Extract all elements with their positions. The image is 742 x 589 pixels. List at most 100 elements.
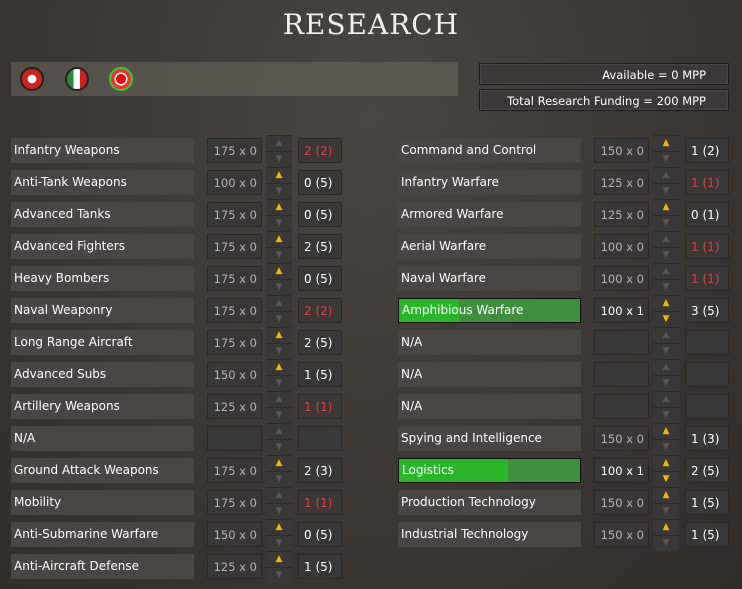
level-field: 1 (5) [298,362,342,387]
decrease-arrow-icon[interactable]: ▼ [266,344,292,359]
level-field: 2 (3) [298,458,342,483]
increase-arrow-icon[interactable]: ▲ [266,264,292,279]
tech-label: Industrial Technology [398,522,581,547]
increase-arrow-icon[interactable]: ▲ [653,328,679,343]
decrease-arrow-icon[interactable]: ▼ [653,152,679,167]
funding-stepper: ▲ ▼ [653,263,679,295]
increase-arrow-icon[interactable]: ▲ [653,136,679,151]
increase-arrow-icon[interactable]: ▲ [266,200,292,215]
funding-stepper: ▲ ▼ [266,167,292,199]
decrease-arrow-icon[interactable]: ▼ [653,440,679,455]
level-field: 1 (1) [685,170,729,195]
tech-name: Industrial Technology [401,527,529,541]
increase-arrow-icon[interactable]: ▲ [266,392,292,407]
funding-stepper: ▲ ▼ [266,519,292,551]
decrease-arrow-icon[interactable]: ▼ [266,216,292,231]
decrease-arrow-icon[interactable]: ▼ [266,312,292,327]
cost-field: 100 x 1 [594,298,649,323]
germany-flag-icon[interactable] [20,67,44,91]
increase-arrow-icon[interactable]: ▲ [653,264,679,279]
tech-label: Infantry Warfare [398,170,581,195]
tech-name: Amphibious Warfare [402,303,524,317]
decrease-arrow-icon[interactable]: ▼ [266,536,292,551]
increase-arrow-icon[interactable]: ▲ [653,360,679,375]
increase-arrow-icon[interactable]: ▲ [653,168,679,183]
increase-arrow-icon[interactable]: ▲ [266,328,292,343]
decrease-arrow-icon[interactable]: ▼ [653,184,679,199]
decrease-arrow-icon[interactable]: ▼ [653,216,679,231]
decrease-arrow-icon[interactable]: ▼ [653,408,679,423]
decrease-arrow-icon[interactable]: ▼ [653,344,679,359]
increase-arrow-icon[interactable]: ▲ [266,136,292,151]
increase-arrow-icon[interactable]: ▲ [653,392,679,407]
cost-field: 175 x 0 [207,234,262,259]
level-field: 1 (5) [685,490,729,515]
decrease-arrow-icon[interactable]: ▼ [653,248,679,263]
nation-selector [11,62,458,96]
cost-field: 175 x 0 [207,266,262,291]
japan-flag-icon[interactable] [109,67,133,91]
funding-stepper: ▲ ▼ [653,455,679,487]
funding-stepper: ▲ ▼ [266,295,292,327]
tech-name: N/A [401,399,423,413]
decrease-arrow-icon[interactable]: ▼ [266,440,292,455]
increase-arrow-icon[interactable]: ▲ [653,200,679,215]
tech-label: Armored Warfare [398,202,581,227]
increase-arrow-icon[interactable]: ▲ [653,520,679,535]
increase-arrow-icon[interactable]: ▲ [266,552,292,567]
increase-arrow-icon[interactable]: ▲ [653,296,679,311]
funding-stepper: ▲ ▼ [266,135,292,167]
funding-stepper: ▲ ▼ [653,167,679,199]
tech-label: Command and Control [398,138,581,163]
level-field [685,330,729,355]
increase-arrow-icon[interactable]: ▲ [266,424,292,439]
tech-name: Naval Weaponry [14,303,113,317]
decrease-arrow-icon[interactable]: ▼ [266,504,292,519]
increase-arrow-icon[interactable]: ▲ [653,424,679,439]
cost-field: 100 x 0 [594,266,649,291]
cost-field: 150 x 0 [594,426,649,451]
increase-arrow-icon[interactable]: ▲ [266,456,292,471]
decrease-arrow-icon[interactable]: ▼ [266,248,292,263]
cost-field: 175 x 0 [207,490,262,515]
increase-arrow-icon[interactable]: ▲ [266,232,292,247]
tech-name: Heavy Bombers [14,271,110,285]
increase-arrow-icon[interactable]: ▲ [266,360,292,375]
level-field: 0 (1) [685,202,729,227]
tech-label: N/A [398,330,581,355]
increase-arrow-icon[interactable]: ▲ [266,488,292,503]
decrease-arrow-icon[interactable]: ▼ [266,280,292,295]
level-field: 1 (1) [298,490,342,515]
decrease-arrow-icon[interactable]: ▼ [653,312,679,327]
tech-label: Production Technology [398,490,581,515]
tech-name: Production Technology [401,495,536,509]
increase-arrow-icon[interactable]: ▲ [266,520,292,535]
decrease-arrow-icon[interactable]: ▼ [266,408,292,423]
decrease-arrow-icon[interactable]: ▼ [266,376,292,391]
decrease-arrow-icon[interactable]: ▼ [653,504,679,519]
decrease-arrow-icon[interactable]: ▼ [653,472,679,487]
available-mpp: Available = 0 MPP [479,63,729,85]
level-field [685,362,729,387]
decrease-arrow-icon[interactable]: ▼ [266,568,292,583]
increase-arrow-icon[interactable]: ▲ [266,296,292,311]
decrease-arrow-icon[interactable]: ▼ [266,184,292,199]
increase-arrow-icon[interactable]: ▲ [266,168,292,183]
tech-name: Naval Warfare [401,271,486,285]
decrease-arrow-icon[interactable]: ▼ [653,536,679,551]
funding-stepper: ▲ ▼ [653,135,679,167]
decrease-arrow-icon[interactable]: ▼ [653,376,679,391]
cost-field: 150 x 0 [207,522,262,547]
decrease-arrow-icon[interactable]: ▼ [266,152,292,167]
italy-flag-icon[interactable] [65,67,89,91]
increase-arrow-icon[interactable]: ▲ [653,488,679,503]
tech-name: Logistics [402,463,454,477]
tech-label: Anti-Aircraft Defense [11,554,194,579]
cost-field: 100 x 0 [594,234,649,259]
increase-arrow-icon[interactable]: ▲ [653,456,679,471]
decrease-arrow-icon[interactable]: ▼ [266,472,292,487]
decrease-arrow-icon[interactable]: ▼ [653,280,679,295]
tech-name: Armored Warfare [401,207,504,221]
increase-arrow-icon[interactable]: ▲ [653,232,679,247]
tech-label: Mobility [11,490,194,515]
